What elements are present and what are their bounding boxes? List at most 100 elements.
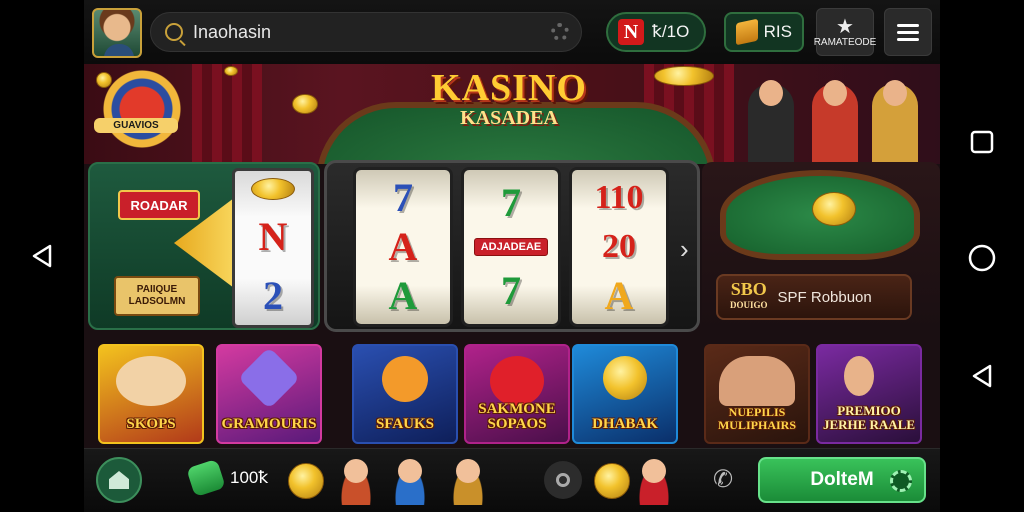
cta-label: DolteM bbox=[810, 469, 874, 490]
game-tile[interactable]: SKOPS bbox=[98, 344, 204, 444]
back-triangle-icon[interactable] bbox=[0, 236, 84, 276]
settings-gear-icon[interactable] bbox=[551, 23, 569, 41]
recents-square-icon[interactable] bbox=[940, 122, 1024, 162]
hero-banner[interactable]: GUAVIOS KASINO KASADEA bbox=[84, 64, 940, 164]
table-tag-big: SBO bbox=[730, 279, 767, 299]
dealers-illustration bbox=[744, 64, 940, 164]
right-system-bar bbox=[940, 0, 1024, 512]
dealer-man bbox=[748, 80, 794, 164]
mascot-farmer[interactable] bbox=[448, 457, 488, 505]
coin-icon bbox=[292, 94, 318, 114]
mascot-cowboy[interactable] bbox=[336, 457, 376, 505]
search-button[interactable] bbox=[544, 461, 582, 499]
game-tile[interactable]: SFAUKS bbox=[352, 344, 458, 444]
casino-logo: KASINO KASADEA bbox=[414, 68, 604, 128]
game-tile-title: DHABAK bbox=[592, 416, 658, 432]
reel-symbol: 7 bbox=[393, 175, 413, 221]
coin-icon[interactable] bbox=[288, 463, 324, 499]
promo-slot-panel[interactable]: ROADAR PAIIQUE LADSOLMN N 2 bbox=[88, 162, 320, 330]
reel-symbol: A bbox=[388, 272, 418, 318]
game-tile-title: SKOPS bbox=[126, 416, 176, 432]
coin-icon[interactable] bbox=[594, 463, 630, 499]
coin-icon bbox=[812, 192, 856, 226]
gem-balance-value: RIS bbox=[763, 22, 792, 41]
game-tile-title: PREMIOO JERHE RAALE bbox=[822, 403, 916, 432]
slot-row: ROADAR PAIIQUE LADSOLMN N 2 7 A A 7 ADJA… bbox=[84, 160, 940, 336]
bottom-bar: 100ꝁ ✆ DolteM bbox=[84, 448, 940, 512]
search-bar[interactable] bbox=[150, 12, 582, 52]
chip-balance-value: 100ꝁ bbox=[230, 468, 269, 487]
table-game-button[interactable]: SBO DOUIGO SPF Robbuon bbox=[716, 274, 912, 320]
game-tile-title: SFAUKS bbox=[375, 416, 435, 432]
green-chip-icon bbox=[186, 458, 226, 498]
mascot-red-hood[interactable] bbox=[634, 457, 674, 505]
reel-symbol: 7 bbox=[501, 268, 521, 314]
reel-symbol: A bbox=[388, 223, 418, 269]
game-tile-title: SAKMONE SOPAOS bbox=[478, 401, 556, 432]
game-tile[interactable]: NUEPILIS MULIPHAIRS bbox=[704, 344, 810, 444]
reel-banner: ADJADEAE bbox=[473, 237, 549, 256]
rank-label: RAMATEODE bbox=[813, 36, 877, 48]
dealer-woman bbox=[872, 80, 918, 164]
phone-support-icon[interactable]: ✆ bbox=[708, 465, 738, 495]
promo-reel: N 2 bbox=[232, 168, 314, 328]
player-avatar[interactable] bbox=[92, 8, 142, 58]
chip-icon bbox=[890, 470, 912, 492]
slot-reel-2[interactable]: 7 ADJADEAE 7 bbox=[461, 167, 561, 327]
home-circle-icon[interactable] bbox=[940, 238, 1024, 278]
reel-symbol: 20 bbox=[602, 227, 636, 265]
slot-machine[interactable]: 7 A A 7 ADJADEAE 7 110 20 A bbox=[324, 160, 700, 332]
character-art bbox=[116, 356, 186, 406]
coin-balance-value: ꝁ/1O bbox=[652, 22, 690, 41]
search-icon bbox=[165, 23, 183, 41]
coin-currency-icon: N bbox=[618, 19, 644, 45]
logo-title: KASINO bbox=[431, 67, 587, 109]
reel-symbol: 7 bbox=[501, 179, 521, 225]
table-game-label: SPF Robbuon bbox=[777, 288, 872, 306]
search-input[interactable] bbox=[193, 21, 543, 43]
back-triangle-icon[interactable] bbox=[940, 356, 1024, 396]
trophy-star-icon: ★ bbox=[836, 15, 854, 38]
game-tile-title: NUEPILIS MULIPHAIRS bbox=[717, 405, 796, 432]
table-game-tag: SBO DOUIGO bbox=[730, 279, 768, 313]
menu-button[interactable] bbox=[884, 8, 932, 56]
gem-balance[interactable]: RIS bbox=[724, 12, 804, 52]
hamburger-icon bbox=[897, 23, 919, 27]
game-tile[interactable]: SAKMONE SOPAOS bbox=[464, 344, 570, 444]
slot-reel-1[interactable]: 7 A A bbox=[353, 167, 453, 327]
top-bar: N ꝁ/1O RIS ★ RAMATEODE bbox=[84, 0, 940, 64]
search-icon bbox=[556, 473, 570, 487]
mascot-girl[interactable] bbox=[390, 457, 430, 505]
reel-symbol: 2 bbox=[263, 272, 283, 318]
coin-stack-icon bbox=[654, 66, 714, 86]
rank-button[interactable]: ★ RAMATEODE bbox=[813, 8, 877, 56]
reel-symbol: 110 bbox=[594, 179, 644, 217]
android-screen: N ꝁ/1O RIS ★ RAMATEODE GUAVIOS bbox=[0, 0, 1024, 512]
coin-icon bbox=[224, 66, 238, 76]
promo-sign: PAIIQUE LADSOLMN bbox=[114, 276, 200, 316]
table-game-panel[interactable]: SBO DOUIGO SPF Robbuon bbox=[702, 162, 940, 330]
promo-tag: ROADAR bbox=[118, 190, 200, 220]
chef-art bbox=[844, 356, 874, 396]
game-tile[interactable]: GRAMOURIS bbox=[216, 344, 322, 444]
casino-app: N ꝁ/1O RIS ★ RAMATEODE GUAVIOS bbox=[84, 0, 940, 512]
logo-subtitle: KASADEA bbox=[460, 107, 558, 129]
coin-balance[interactable]: N ꝁ/1O bbox=[606, 12, 706, 52]
home-icon bbox=[109, 471, 129, 489]
fruit-art bbox=[382, 356, 428, 402]
next-arrow-icon[interactable]: › bbox=[680, 236, 689, 262]
left-system-bar bbox=[0, 0, 84, 512]
coin-icon bbox=[251, 178, 295, 201]
characters-art bbox=[719, 356, 795, 406]
table-tag-small: DOUIGO bbox=[730, 300, 768, 310]
slot-reel-3[interactable]: 110 20 A bbox=[569, 167, 669, 327]
game-tiles: SKOPS GRAMOURIS SFAUKS SAKMONE SOPAOS DH… bbox=[84, 344, 940, 448]
chip-balance[interactable]: 100ꝁ bbox=[186, 458, 269, 498]
game-tile[interactable]: DHABAK bbox=[572, 344, 678, 444]
cta-button[interactable]: DolteM bbox=[758, 457, 926, 503]
casino-emblem-icon bbox=[102, 70, 182, 148]
emblem-label: GUAVIOS bbox=[94, 118, 178, 133]
curtain-left bbox=[192, 64, 262, 164]
lobby-home-button[interactable] bbox=[96, 457, 142, 503]
game-tile[interactable]: PREMIOO JERHE RAALE bbox=[816, 344, 922, 444]
